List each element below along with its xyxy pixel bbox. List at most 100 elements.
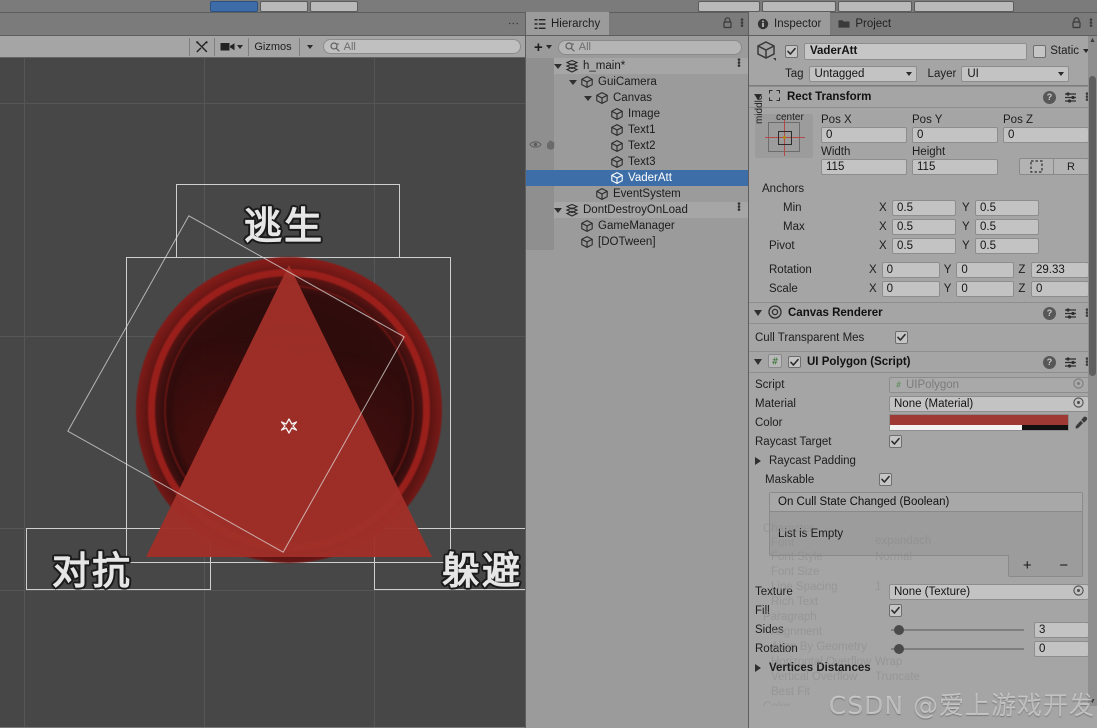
scene-camera-button[interactable] [216,37,248,56]
hierarchy-item-guicamera[interactable]: GuiCamera [526,74,748,90]
sides-slider-knob[interactable] [893,624,904,635]
height-input[interactable]: 115 [912,159,998,175]
help-icon[interactable]: ? [1043,355,1056,369]
hierarchy-item-menu-icon[interactable]: • • • [737,200,741,216]
layer-dropdown[interactable]: UI [961,66,1070,82]
scale-y-input[interactable]: 0 [956,280,1015,297]
tool-rotate-button[interactable] [310,0,358,12]
hierarchy-item-menu-icon[interactable]: • • • [737,58,741,72]
lock-icon[interactable] [722,17,733,29]
gizmos-dropdown-button[interactable] [302,37,317,56]
step-button[interactable] [838,0,912,12]
hierarchy-item-image[interactable]: Image [526,106,748,122]
tab-project[interactable]: Project [830,12,900,35]
hierarchy-item-h-main[interactable]: h_main* • • • [526,58,748,74]
play-button[interactable] [698,0,760,12]
inspector-body[interactable]: VaderAtt Static Tag Untagged Layer UI Re… [749,36,1097,706]
event-add-button[interactable]: + [1023,557,1032,574]
pos-z-input[interactable]: 0 [1003,127,1089,143]
hierarchy-item-text1[interactable]: Text1 [526,122,748,138]
gameobject-enabled-checkbox[interactable] [785,44,798,58]
texture-object-field[interactable]: None (Texture) [889,583,1089,600]
gizmos-button[interactable]: Gizmos [250,37,296,56]
blueprint-mode-button[interactable] [1019,158,1054,175]
anchor-max-x-input[interactable]: 0.5 [892,218,956,235]
visibility-toggles[interactable] [529,139,557,150]
collapse-triangle-icon[interactable] [754,359,762,365]
pos-x-input[interactable]: 0 [821,127,907,143]
gameobject-name-input[interactable]: VaderAtt [804,42,1028,60]
hierarchy-item-gamemanager[interactable]: GameManager [526,218,748,234]
add-gameobject-button[interactable]: + [532,40,554,55]
scene-viewport[interactable]: 逃生 对抗 躲避 [0,58,525,727]
ui-polygon-enabled-checkbox[interactable] [788,356,801,368]
expand-triangle-icon[interactable] [584,95,592,101]
component-header-ui-polygon[interactable]: # UI Polygon (Script) ? • • • [749,351,1097,373]
inspector-menu-icon[interactable]: • • • [1089,15,1093,31]
raycast-padding-triangle-icon[interactable] [755,456,761,465]
collapse-triangle-icon[interactable] [754,310,762,316]
hierarchy-item-eventsystem[interactable]: EventSystem [526,186,748,202]
pivot-x-input[interactable]: 0.5 [892,237,956,254]
maskable-checkbox[interactable] [879,473,892,486]
scene-menu-icon[interactable]: ⋮ [507,18,519,29]
vertices-distances-triangle-icon[interactable] [755,663,761,672]
anchor-min-y-input[interactable]: 0.5 [975,199,1039,216]
fill-checkbox[interactable] [889,604,902,617]
hierarchy-item-vaderatt[interactable]: VaderAtt [526,170,748,186]
anchor-min-x-input[interactable]: 0.5 [892,199,956,216]
hierarchy-tree[interactable]: h_main* • • • GuiCamera Canvas Image Text1 Text2… [526,58,748,728]
tab-hierarchy[interactable]: Hierarchy [526,12,610,35]
expand-triangle-icon[interactable] [554,207,562,213]
scroll-up-arrow-icon[interactable]: ▲ [1089,37,1096,44]
rotation-z-input[interactable]: 29.33 [1030,261,1089,278]
preset-icon[interactable] [1064,91,1077,104]
tab-inspector[interactable]: Inspector [749,12,831,35]
width-input[interactable]: 115 [821,159,907,175]
help-icon[interactable]: ? [1043,306,1056,320]
scroll-down-arrow-icon[interactable]: ▼ [1089,698,1096,705]
cull-transparent-checkbox[interactable] [895,331,908,344]
event-remove-button[interactable]: − [1059,557,1068,574]
component-header-canvas-renderer[interactable]: Canvas Renderer ? • • • [749,302,1097,324]
object-picker-icon[interactable] [1073,396,1084,411]
pause-button[interactable] [762,0,836,12]
expand-triangle-icon[interactable] [569,79,577,85]
expand-triangle-icon[interactable] [554,63,562,69]
raw-edit-button[interactable]: R [1054,158,1089,175]
sides-slider[interactable] [891,624,1024,635]
tool-hand-button[interactable] [210,0,258,12]
preset-icon[interactable] [1064,307,1077,320]
polygon-rotation-slider-knob[interactable] [893,643,904,654]
tools-icon[interactable] [191,37,214,56]
cloud-account-button[interactable] [914,0,1014,12]
tag-dropdown[interactable]: Untagged [808,66,917,82]
hierarchy-item-text2[interactable]: Text2 [526,138,748,154]
hierarchy-item-text3[interactable]: Text3 [526,154,748,170]
rotation-x-input[interactable]: 0 [881,261,940,278]
anchor-preset-widget[interactable]: center middle [754,95,813,158]
preset-icon[interactable] [1064,356,1077,369]
scene-search-input[interactable]: All [322,39,521,54]
scrollbar-thumb[interactable] [1089,76,1096,376]
rotation-y-input[interactable]: 0 [956,261,1015,278]
hierarchy-item-canvas[interactable]: Canvas [526,90,748,106]
hierarchy-search-input[interactable]: All [557,39,742,55]
tool-move-button[interactable] [260,0,308,12]
scale-z-input[interactable]: 0 [1030,280,1089,297]
hierarchy-item-dotween[interactable]: [DOTween] [526,234,748,250]
raycast-target-checkbox[interactable] [889,435,902,448]
static-checkbox[interactable] [1033,44,1047,58]
hierarchy-menu-icon[interactable]: • • • [740,15,744,31]
hierarchy-item-dontdestroyonload[interactable]: DontDestroyOnLoad • • • [526,200,748,218]
color-swatch-field[interactable] [889,414,1069,431]
pos-y-input[interactable]: 0 [912,127,998,143]
object-picker-icon[interactable] [1073,584,1084,599]
eyedropper-icon[interactable] [1073,415,1089,431]
scale-x-input[interactable]: 0 [881,280,940,297]
polygon-rotation-input[interactable]: 0 [1034,640,1089,657]
lock-icon[interactable] [1071,17,1082,29]
inspector-scrollbar[interactable]: ▲ ▼ [1088,36,1097,706]
component-header-rect-transform[interactable]: Rect Transform ? • • • [749,86,1097,108]
help-icon[interactable]: ? [1043,90,1056,104]
